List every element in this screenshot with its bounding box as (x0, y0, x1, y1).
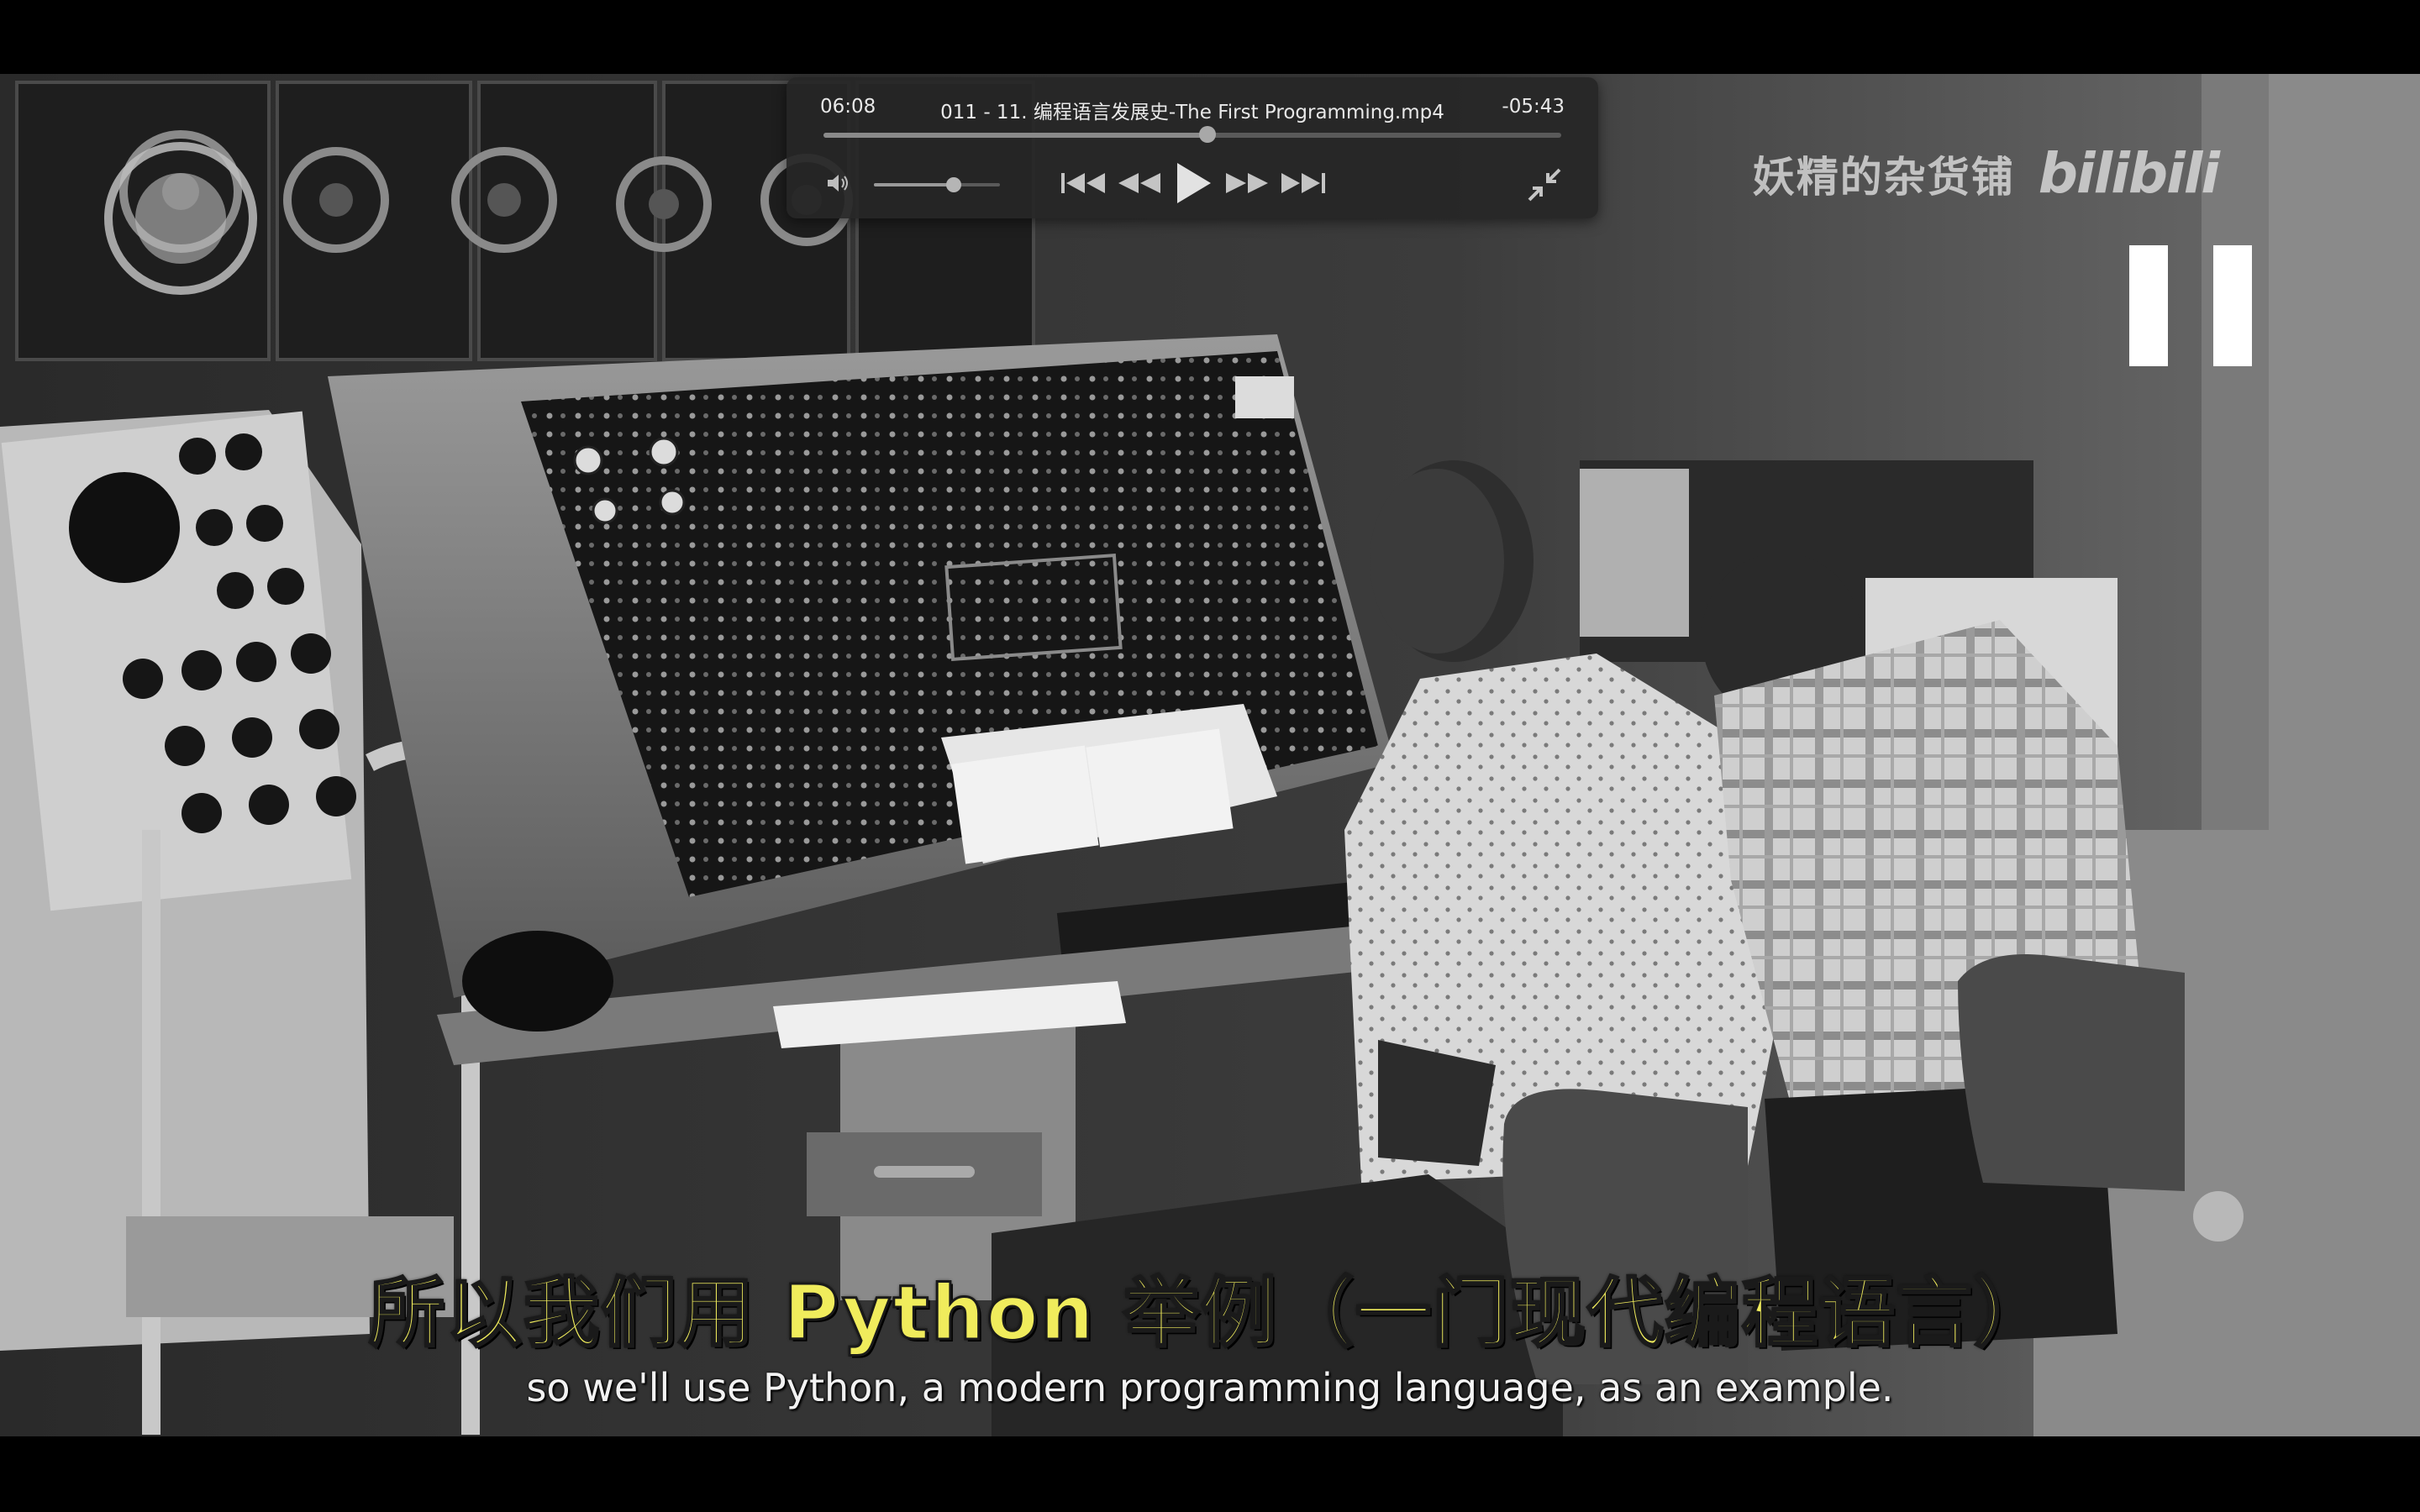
video-scene (0, 74, 2420, 1436)
fast-forward-icon[interactable] (1223, 168, 1272, 198)
skip-to-end-icon[interactable] (1279, 168, 1328, 198)
subtitle-english: so we'll use Python, a modern programmin… (526, 1365, 1894, 1410)
progress-knob[interactable] (1198, 126, 1216, 143)
rewind-icon[interactable] (1114, 168, 1163, 198)
subtitle-chinese: 所以我们用 Python 举例（一门现代编程语言） (368, 1268, 2051, 1359)
volume-slider[interactable] (874, 177, 1000, 192)
video-filename: 011 - 11. 编程语言发展史-The First Programming.… (940, 102, 1444, 123)
skip-to-start-icon[interactable] (1059, 168, 1107, 198)
play-icon[interactable] (1171, 161, 1215, 205)
uploader-name: 妖精的杂货铺 (1752, 152, 2015, 202)
player-window[interactable]: 妖精的杂货铺 bilibili 06:08 011 - 11. 编程语言发展史-… (0, 0, 2420, 1512)
speaker-icon[interactable] (823, 168, 854, 198)
progress-fill (823, 133, 1207, 138)
volume-fill (874, 183, 954, 186)
bilibili-logo: bilibili (2038, 141, 2220, 206)
progress-scrubber[interactable] (823, 126, 1561, 143)
video-frame[interactable] (0, 74, 2420, 1436)
bilibili-watermark: 妖精的杂货铺 bilibili (1752, 141, 2220, 206)
exit-fullscreen-icon[interactable] (1526, 166, 1563, 203)
volume-knob[interactable] (945, 177, 961, 192)
time-remaining: -05:43 (1502, 96, 1565, 118)
pause-indicator-icon (2129, 245, 2252, 366)
player-controls-hud[interactable]: 06:08 011 - 11. 编程语言发展史-The First Progra… (786, 77, 1598, 218)
